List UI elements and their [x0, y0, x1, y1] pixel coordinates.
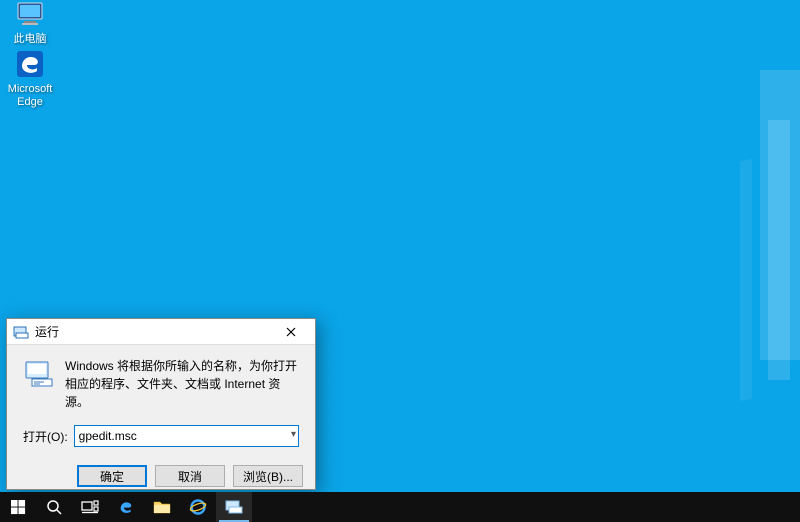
cancel-button[interactable]: 取消 — [155, 465, 225, 487]
open-input[interactable] — [74, 425, 299, 447]
run-dialog-glyph-icon — [23, 357, 55, 389]
search-icon — [46, 499, 62, 515]
taskbar — [0, 492, 800, 522]
open-label: 打开(O): — [23, 428, 68, 445]
close-icon — [286, 327, 296, 337]
taskbar-file-explorer[interactable] — [144, 492, 180, 522]
desktop[interactable]: 此电脑 Microsoft Edge 运行 — [0, 0, 800, 522]
desktop-icon-this-pc[interactable]: 此电脑 — [0, 0, 66, 46]
run-dialog: 运行 Windows 将根据你所输入的名称，为你打开相应的程序、文件夹、文档或 … — [6, 318, 316, 490]
this-pc-icon — [14, 0, 46, 30]
ie-icon — [189, 498, 207, 516]
desktop-icon-label: Microsoft Edge — [0, 83, 66, 108]
taskbar-run[interactable] — [216, 492, 252, 522]
windows-logo-icon — [11, 500, 26, 515]
run-dialog-title: 运行 — [35, 323, 271, 340]
run-icon — [225, 499, 243, 515]
task-view-button[interactable] — [72, 492, 108, 522]
folder-icon — [153, 499, 171, 515]
taskbar-ie[interactable] — [180, 492, 216, 522]
run-dialog-button-row: 确定 取消 浏览(B)... — [7, 455, 315, 497]
edge-icon — [116, 497, 136, 517]
edge-icon — [14, 48, 46, 80]
close-button[interactable] — [271, 320, 311, 344]
search-button[interactable] — [36, 492, 72, 522]
start-button[interactable] — [0, 492, 36, 522]
browse-button[interactable]: 浏览(B)... — [233, 465, 303, 487]
taskbar-edge[interactable] — [108, 492, 144, 522]
desktop-icon-label: 此电脑 — [0, 33, 66, 46]
ok-button[interactable]: 确定 — [77, 465, 147, 487]
task-view-icon — [81, 500, 99, 514]
run-dialog-icon — [13, 324, 29, 340]
run-dialog-titlebar[interactable]: 运行 — [7, 319, 315, 345]
open-combobox[interactable]: ▾ — [74, 425, 299, 447]
desktop-icon-edge[interactable]: Microsoft Edge — [0, 48, 66, 108]
run-dialog-message: Windows 将根据你所输入的名称，为你打开相应的程序、文件夹、文档或 Int… — [65, 357, 299, 411]
